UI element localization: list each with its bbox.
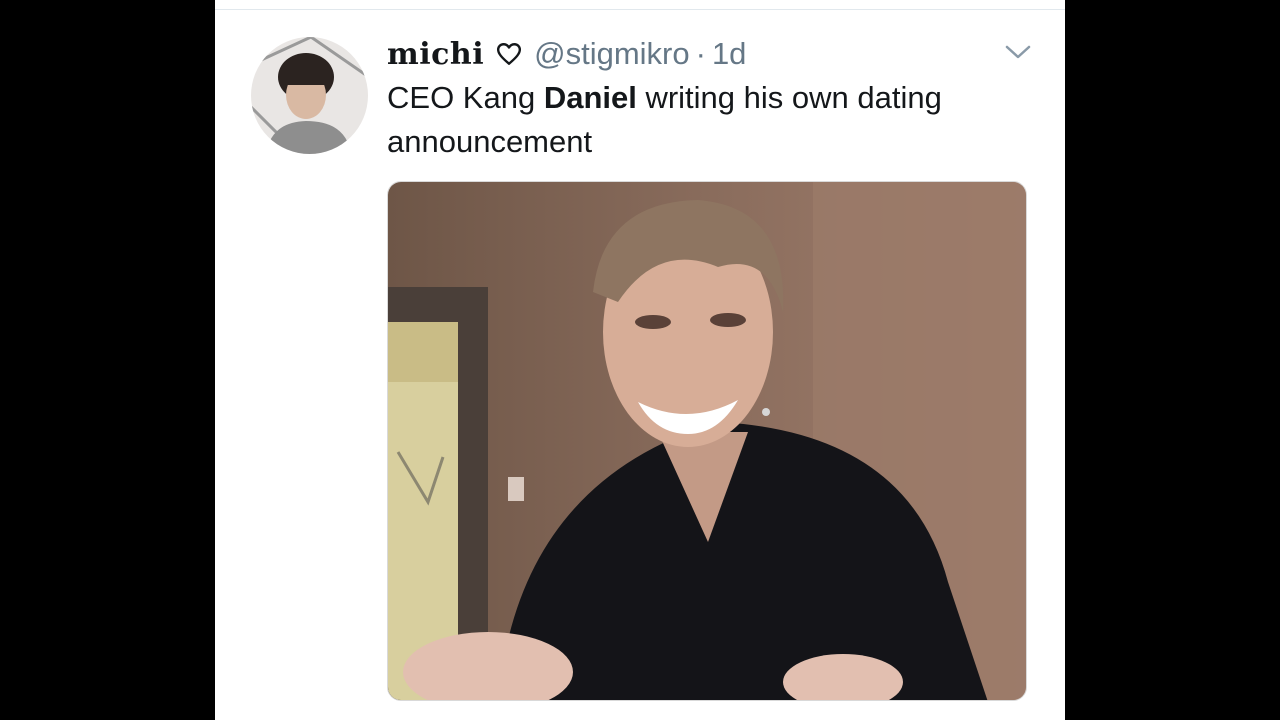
timestamp[interactable]: 1d [712,36,746,72]
separator-dot: · [695,36,706,71]
user-handle[interactable]: @stigmikro [534,36,689,72]
divider [215,9,1065,10]
video-frame: michi @stigmikro · 1d CEO Kang Daniel wr… [0,0,1280,720]
tweet-text-before: CEO Kang [387,80,544,115]
avatar-image [251,37,368,154]
tweet-card[interactable]: michi @stigmikro · 1d CEO Kang Daniel wr… [215,0,1065,720]
tweet-text-bold: Daniel [543,80,637,115]
tweet-text: CEO Kang Daniel writing his own dating a… [387,76,1037,164]
tweet-header: michi @stigmikro · 1d [387,32,746,76]
media-thumbnail[interactable] [387,181,1027,701]
chevron-down-icon[interactable] [1004,42,1032,62]
avatar[interactable] [251,37,368,154]
display-name[interactable]: michi [387,37,484,72]
heart-outline-icon [496,41,522,67]
video-thumbnail-image [388,182,1026,700]
